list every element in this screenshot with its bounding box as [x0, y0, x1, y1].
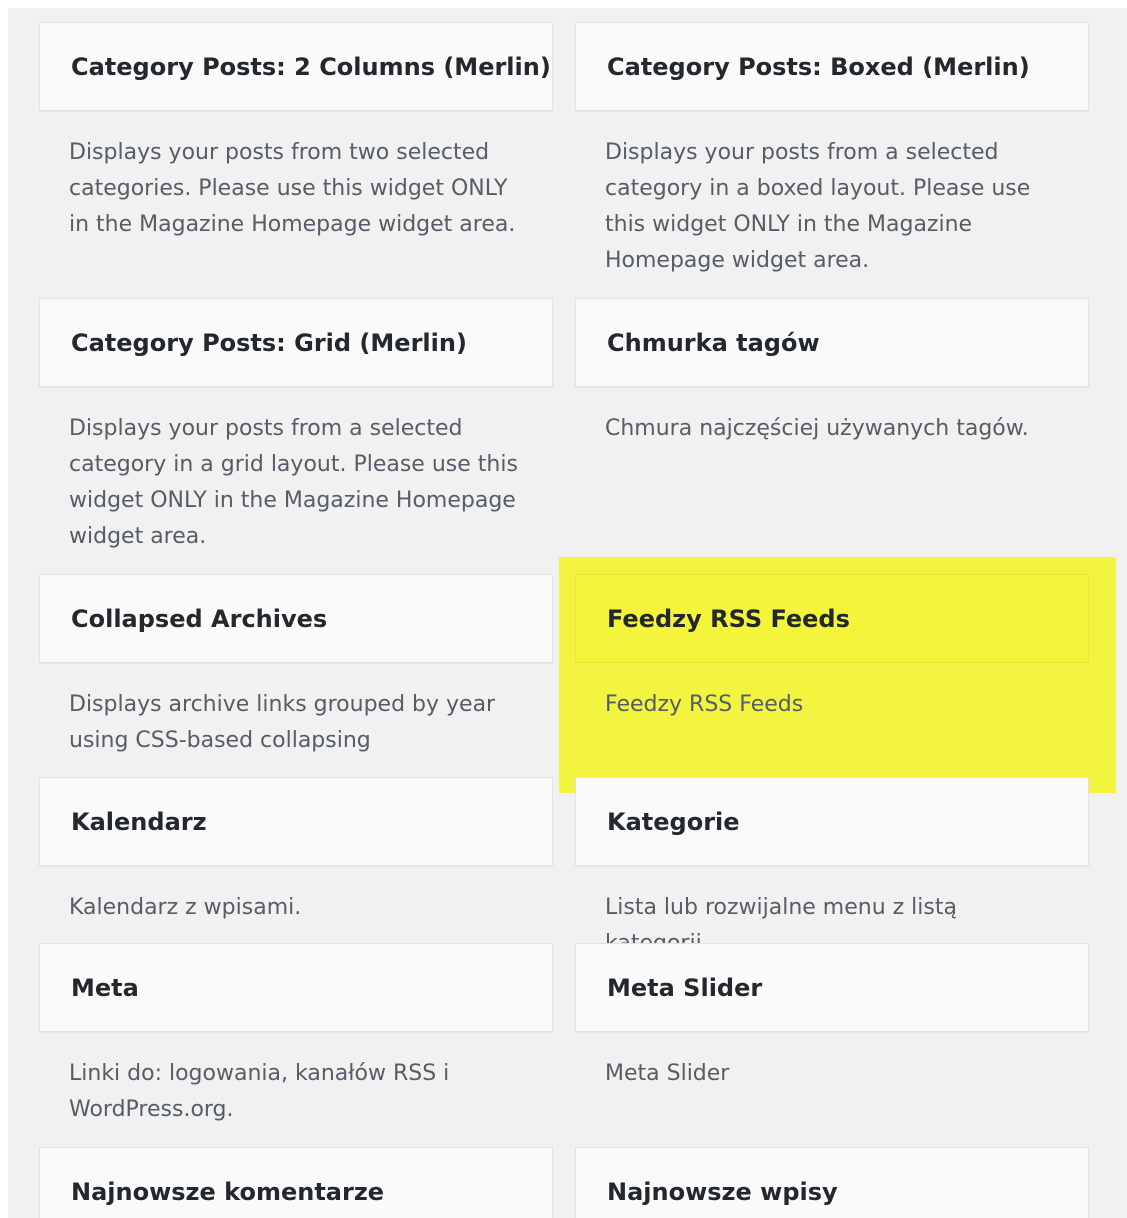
widget-recent-posts[interactable]: Najnowsze wpisy: [575, 1147, 1089, 1218]
widget-title[interactable]: Collapsed Archives: [39, 574, 553, 663]
widget-category-posts-2-columns[interactable]: Category Posts: 2 Columns (Merlin) Displ…: [39, 22, 553, 243]
widget-title[interactable]: Chmurka tagów: [575, 298, 1089, 387]
widget-title[interactable]: Meta: [39, 943, 553, 1032]
widget-title[interactable]: Najnowsze wpisy: [575, 1147, 1089, 1218]
widget-description: Linki do: logowania, kanałów RSS i WordP…: [69, 1061, 450, 1122]
widget-description: Feedzy RSS Feeds: [605, 692, 804, 717]
widget-title[interactable]: Category Posts: Grid (Merlin): [39, 298, 553, 387]
widget-title[interactable]: Meta Slider: [575, 943, 1089, 1032]
widget-categories[interactable]: Kategorie Lista lub rozwijalne menu z li…: [575, 777, 1089, 962]
widget-description: Chmura najczęściej używanych tagów.: [605, 416, 1029, 441]
widget-meta-slider[interactable]: Meta Slider Meta Slider: [575, 943, 1089, 1092]
widget-recent-comments[interactable]: Najnowsze komentarze: [39, 1147, 553, 1218]
widget-description: Displays your posts from a selected cate…: [605, 140, 1031, 273]
widget-title[interactable]: Category Posts: 2 Columns (Merlin): [39, 22, 553, 111]
widget-feedzy-rss-feeds[interactable]: Feedzy RSS Feeds Feedzy RSS Feeds: [575, 574, 1089, 723]
widget-title[interactable]: Najnowsze komentarze: [39, 1147, 553, 1218]
widget-calendar[interactable]: Kalendarz Kalendarz z wpisami.: [39, 777, 553, 926]
widget-title[interactable]: Feedzy RSS Feeds: [575, 574, 1089, 663]
widget-tag-cloud[interactable]: Chmurka tagów Chmura najczęściej używany…: [575, 298, 1089, 447]
widget-category-posts-grid[interactable]: Category Posts: Grid (Merlin) Displays y…: [39, 298, 553, 555]
widget-collapsed-archives[interactable]: Collapsed Archives Displays archive link…: [39, 574, 553, 759]
widget-description: Meta Slider: [605, 1061, 730, 1086]
widget-description: Kalendarz z wpisami.: [69, 895, 302, 920]
widget-title[interactable]: Category Posts: Boxed (Merlin): [575, 22, 1089, 111]
widget-title[interactable]: Kategorie: [575, 777, 1089, 866]
widget-category-posts-boxed[interactable]: Category Posts: Boxed (Merlin) Displays …: [575, 22, 1089, 279]
widget-description: Displays your posts from a selected cate…: [69, 416, 518, 549]
widget-title[interactable]: Kalendarz: [39, 777, 553, 866]
available-widgets-panel: Category Posts: 2 Columns (Merlin) Displ…: [8, 8, 1127, 1218]
widget-description: Displays archive links grouped by year u…: [69, 692, 496, 753]
widget-description: Displays your posts from two selected ca…: [69, 140, 516, 237]
widget-meta[interactable]: Meta Linki do: logowania, kanałów RSS i …: [39, 943, 553, 1128]
